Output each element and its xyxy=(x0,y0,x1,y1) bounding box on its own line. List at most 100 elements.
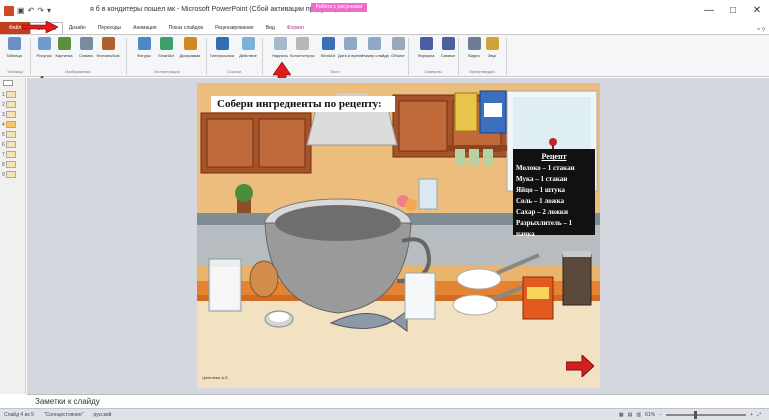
ribbon-button-2[interactable]: Картинка xyxy=(52,37,76,67)
tab-3[interactable]: Переходы xyxy=(92,22,127,34)
slide-thumbnail-image xyxy=(5,141,16,148)
ribbon-button-6-icon xyxy=(159,37,173,50)
status-bar: Слайд 4 из 9 "Солнцестояние" русский ▦ ▤… xyxy=(0,408,769,420)
slide-thumbnail-number: 1 xyxy=(2,91,5,98)
ribbon-button-15[interactable]: Объект xyxy=(386,37,410,67)
tab-5[interactable]: Показ слайдов xyxy=(163,22,209,34)
ribbon-button-17[interactable]: Символ xyxy=(436,37,460,67)
ribbon-button-7-icon xyxy=(183,37,197,50)
recipe-title: Рецепт xyxy=(541,152,567,161)
ribbon-group-label: Таблицы xyxy=(6,69,24,74)
slide-author: Цепелева А.Е. xyxy=(202,375,229,380)
slide-thumbnail[interactable]: 3 xyxy=(2,110,24,119)
ribbon-button-0[interactable]: Таблица xyxy=(2,37,26,67)
ribbon-button-14[interactable]: Номер слайда xyxy=(362,37,389,67)
zoom-in-icon[interactable]: + xyxy=(750,412,753,418)
slide-thumbnail-number: 9 xyxy=(2,171,5,178)
powerpoint-app-icon xyxy=(4,6,14,16)
ribbon-button-9-icon xyxy=(241,37,255,50)
slide-thumbnail[interactable]: 7 xyxy=(2,150,24,159)
notes-pane[interactable]: Заметки к слайду xyxy=(27,394,769,408)
slide-thumbnail[interactable]: 2 xyxy=(2,100,24,109)
ribbon-button-17-icon xyxy=(441,37,455,50)
recipe-line: Соль – 1 ложка xyxy=(516,197,565,205)
fit-to-window-icon[interactable]: ⤢ xyxy=(757,412,761,418)
tab-2[interactable]: Дизайн xyxy=(63,22,92,34)
zoom-slider-thumb[interactable] xyxy=(694,410,698,419)
qat-dropdown-icon[interactable]: ▾ xyxy=(47,6,51,16)
ribbon-button-5-icon xyxy=(137,37,151,50)
slide-thumbnail-image xyxy=(5,121,16,128)
sorter-view-icon[interactable]: ▤ xyxy=(628,412,633,418)
slide-thumbnail-number: 4 xyxy=(2,121,5,128)
ribbon-button-6[interactable]: SmartArt xyxy=(154,37,178,67)
tab-7[interactable]: Вид xyxy=(260,22,281,34)
undo-icon[interactable]: ↶ xyxy=(28,6,35,16)
slide-thumbnail[interactable]: 9 xyxy=(2,170,24,179)
slide-thumbnail[interactable]: 1 xyxy=(2,90,24,99)
ribbon-button-13[interactable]: Дата и время xyxy=(338,37,363,67)
ribbon-button-label: Снимок xyxy=(78,53,94,58)
ribbon-button-5[interactable]: Фигуры xyxy=(132,37,156,67)
ribbon-button-3[interactable]: Снимок xyxy=(74,37,98,67)
ribbon-group-label: Изображения xyxy=(65,69,91,74)
slides-tab-icon[interactable] xyxy=(3,80,13,86)
slide-thumbnail-image xyxy=(5,111,16,118)
slide-title[interactable]: Собери ингредиенты по рецепту: xyxy=(211,96,395,112)
ribbon-button-11-icon xyxy=(295,37,309,50)
save-icon[interactable]: ▣ xyxy=(17,6,25,16)
ribbon-button-13-icon xyxy=(343,37,357,50)
ribbon-button-label: Фигуры xyxy=(137,53,151,58)
slide-thumbnail[interactable]: 8 xyxy=(2,160,24,169)
current-slide[interactable]: Собери ингредиенты по рецепту: Рецепт Мо… xyxy=(197,83,600,388)
ribbon-button-12[interactable]: WordArt xyxy=(316,37,340,67)
slide-thumbnail-number: 5 xyxy=(2,131,5,138)
zoom-out-icon[interactable]: − xyxy=(659,412,662,418)
redo-icon[interactable]: ↷ xyxy=(37,6,44,16)
slide-editor-canvas[interactable]: Собери ингредиенты по рецепту: Рецепт Мо… xyxy=(27,78,769,394)
ribbon-button-19[interactable]: Звук xyxy=(480,37,504,67)
ribbon-button-label: Гиперссылка xyxy=(210,53,235,58)
ribbon-button-label: Таблица xyxy=(6,53,22,58)
close-button[interactable]: ✕ xyxy=(745,0,769,22)
ribbon-button-16-icon xyxy=(419,37,433,50)
ribbon-button-11[interactable]: Колонтитулы xyxy=(290,37,314,67)
ribbon-group-label: Ссылки xyxy=(226,69,242,74)
theme-name: "Солнцестояние" xyxy=(43,411,84,418)
window-title: я б в кондитеры пошел мк - Microsoft Pow… xyxy=(90,6,338,13)
ribbon-group-label: Иллюстрации xyxy=(154,69,180,74)
red-arrow-to-insert-tab xyxy=(22,21,58,33)
ribbon-button-8[interactable]: Гиперссылка xyxy=(210,37,234,67)
language-indicator[interactable]: русский xyxy=(94,412,112,418)
normal-view-icon[interactable]: ▦ xyxy=(619,412,624,418)
slide-thumbnail[interactable]: 6 xyxy=(2,140,24,149)
quick-access-toolbar: ▣ ↶ ↷ ▾ xyxy=(0,6,51,16)
slide-thumbnail-image xyxy=(5,151,16,158)
ribbon-button-7[interactable]: Диаграмма xyxy=(178,37,202,67)
ribbon-button-4[interactable]: Фотоальбом xyxy=(96,37,120,67)
ribbon-button-16[interactable]: Формула xyxy=(414,37,438,67)
tab-8[interactable]: Формат xyxy=(281,22,311,34)
slide-thumbnail-image xyxy=(5,171,16,178)
maximize-button[interactable]: □ xyxy=(721,0,745,22)
slide-thumbnail-image xyxy=(5,131,16,138)
ribbon-button-label: Надпись xyxy=(272,53,288,58)
recipe-line: Яйцо – 1 штука xyxy=(516,186,566,194)
zoom-slider[interactable] xyxy=(666,410,747,419)
zoom-level[interactable]: 61% xyxy=(645,412,655,418)
tab-6[interactable]: Рецензирование xyxy=(209,22,260,34)
ribbon-button-9[interactable]: Действие xyxy=(236,37,260,67)
minimize-button[interactable]: — xyxy=(697,0,721,22)
slide-counter: Слайд 4 из 9 xyxy=(4,411,34,418)
slide-thumbnail[interactable]: 5 xyxy=(2,130,24,139)
slide-thumbnail[interactable]: 4 xyxy=(2,120,24,129)
ribbon-button-14-icon xyxy=(367,37,381,50)
slide-thumbnails-pane: 1 2 3 4 5 6 7 8 9 xyxy=(0,78,26,394)
reading-view-icon[interactable]: ▥ xyxy=(636,412,641,418)
slide-thumbnail-image xyxy=(5,101,16,108)
next-slide-arrow-icon[interactable] xyxy=(566,355,594,377)
ribbon-button-4-icon xyxy=(101,37,115,50)
recipe-board[interactable]: Рецепт Молоко – 1 стакан Мука – 1 стакан Я… xyxy=(513,149,595,238)
ribbon-button-label: Картинка xyxy=(55,53,73,58)
tab-4[interactable]: Анимация xyxy=(127,22,162,34)
